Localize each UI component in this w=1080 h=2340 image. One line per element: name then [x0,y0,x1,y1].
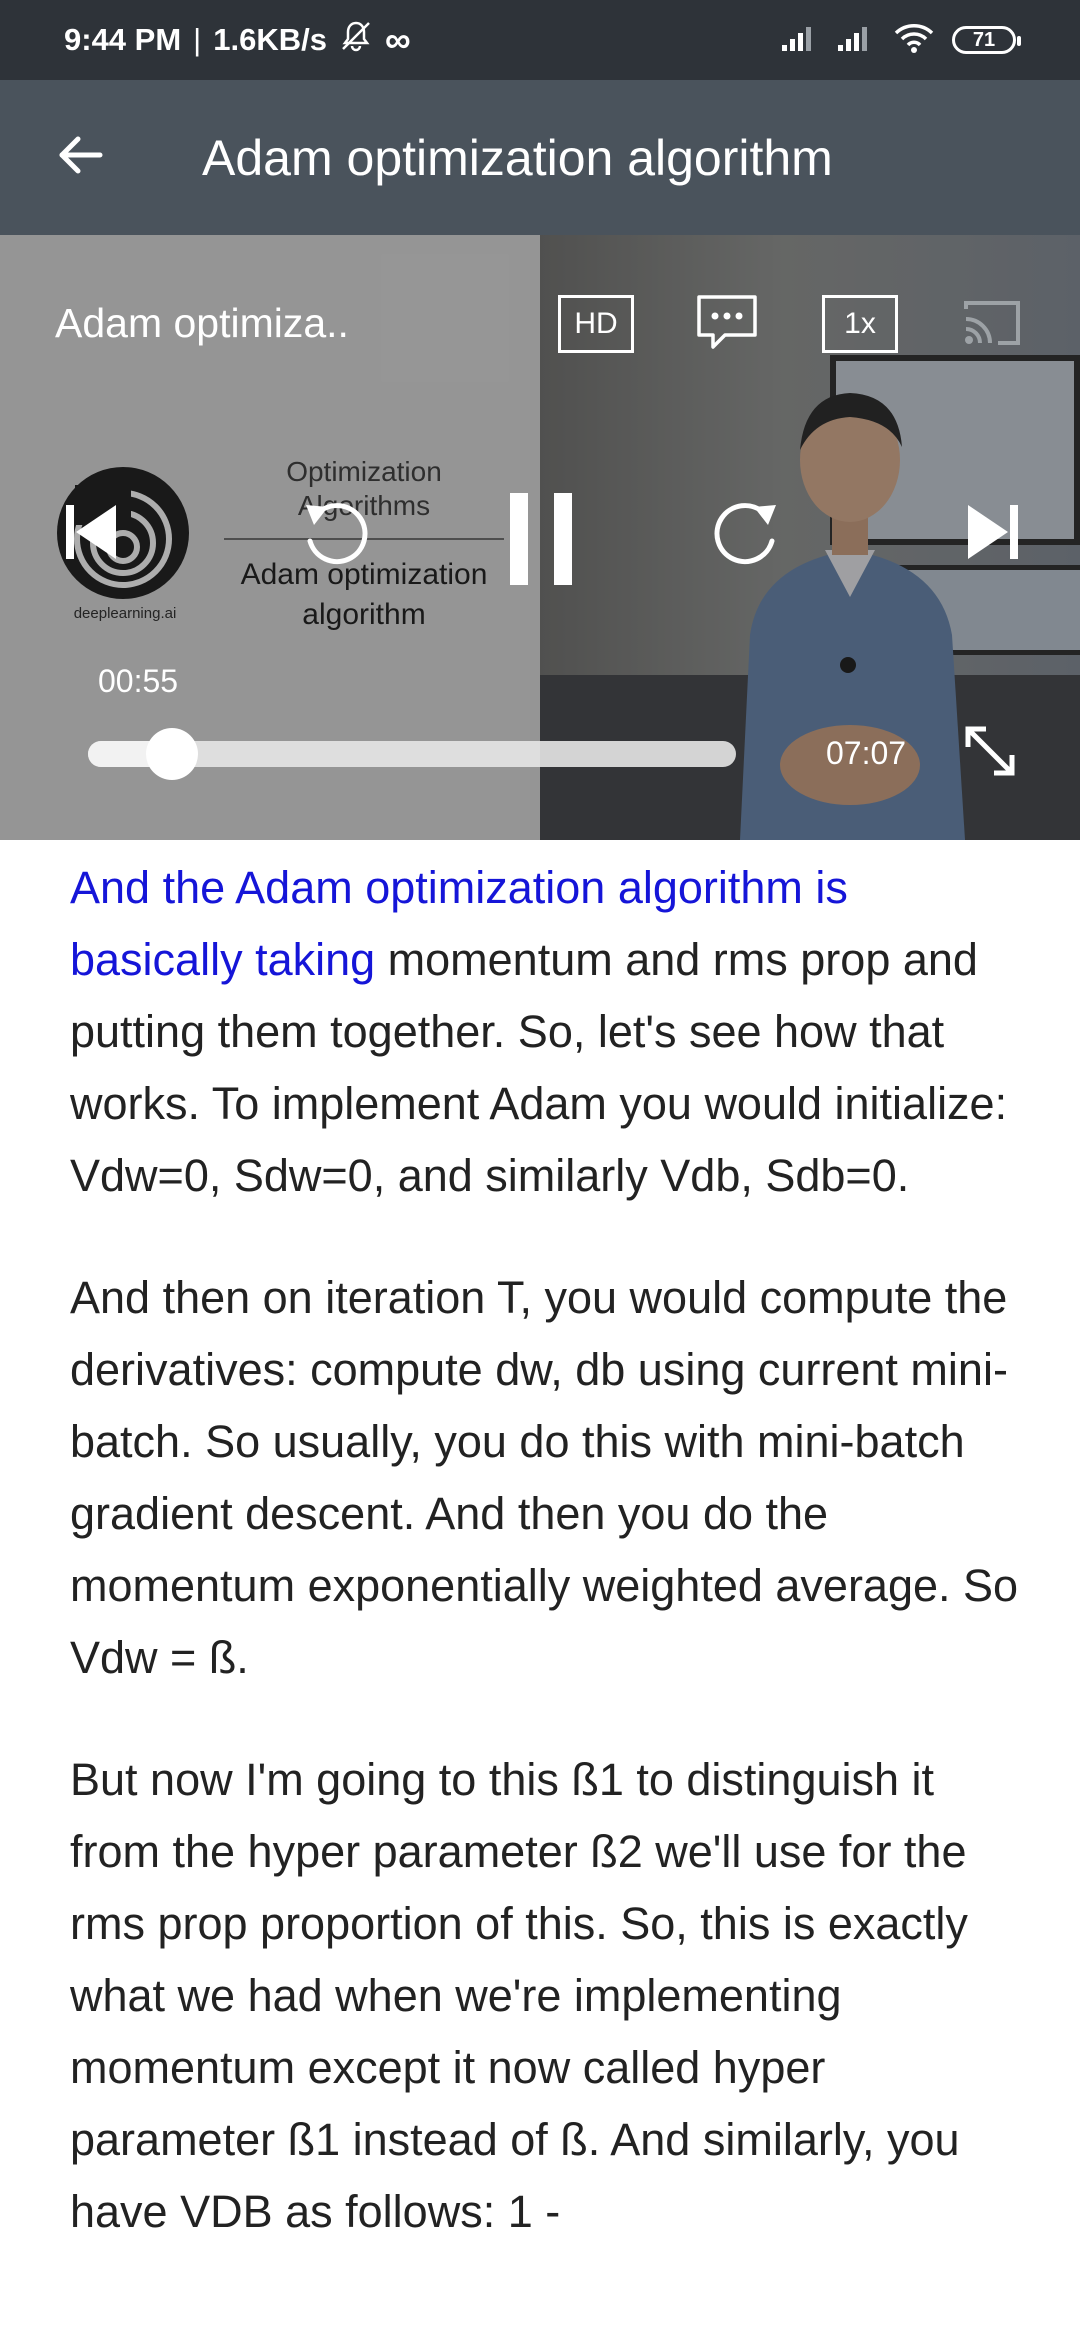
forward-button[interactable] [710,497,784,576]
duration: 07:07 [826,735,907,771]
seek-bar-thumb[interactable] [145,728,198,780]
back-arrow-icon [56,131,104,184]
player-title: Adam optimiza.. [55,300,349,346]
playback-speed-label: 1x [844,307,876,340]
rewind-button[interactable] [298,497,372,576]
wifi-icon [892,22,936,59]
battery-level: 71 [972,28,996,51]
transcript: And the Adam optimization algorithm is b… [70,852,1020,2298]
skip-previous-icon [62,505,122,571]
battery-icon: 71 [952,26,1021,54]
pause-button[interactable] [508,491,574,592]
status-separator: | [193,22,202,57]
page-title: Adam optimization algorithm [202,129,833,186]
status-bar: 9:44 PM | 1.6KB/s ∞ 71 [0,0,1080,80]
back-button[interactable] [40,118,120,198]
status-right: 71 [780,22,1021,59]
infinity-indicator: ∞ [384,19,411,60]
app-bar: Adam optimization algorithm [0,80,1080,235]
forward-icon [710,503,784,575]
captions-icon [695,295,759,355]
transcript-paragraph[interactable]: But now I'm going to this ß1 to distingu… [70,1744,1020,2248]
transcript-paragraph: And the Adam optimization algorithm is b… [70,852,1020,1212]
cast-icon [960,301,1024,353]
current-time: 00:55 [98,663,179,699]
pause-icon [508,493,574,591]
transcript-paragraph[interactable]: And then on iteration T, you would compu… [70,1262,1020,1694]
quality-button[interactable]: HD [558,295,634,353]
fullscreen-button[interactable] [962,723,1018,784]
cast-button[interactable] [960,297,1024,354]
fullscreen-icon [962,726,1018,783]
mute-bell-icon [339,19,373,61]
skip-previous-button[interactable] [62,497,122,572]
signal-icon [836,23,876,58]
playback-speed-button[interactable]: 1x [822,295,898,353]
signal-icon [780,23,820,58]
skip-next-icon [962,505,1022,571]
captions-button[interactable] [695,293,759,356]
status-network-speed: 1.6KB/s [213,22,327,57]
status-time: 9:44 PM [64,22,182,57]
rewind-icon [298,503,372,575]
video-player[interactable]: deeplearning.ai Optimization Algorithms … [0,235,1080,840]
status-left: 9:44 PM | 1.6KB/s ∞ [64,19,411,61]
quality-label: HD [574,307,618,340]
skip-next-button[interactable] [962,497,1022,572]
